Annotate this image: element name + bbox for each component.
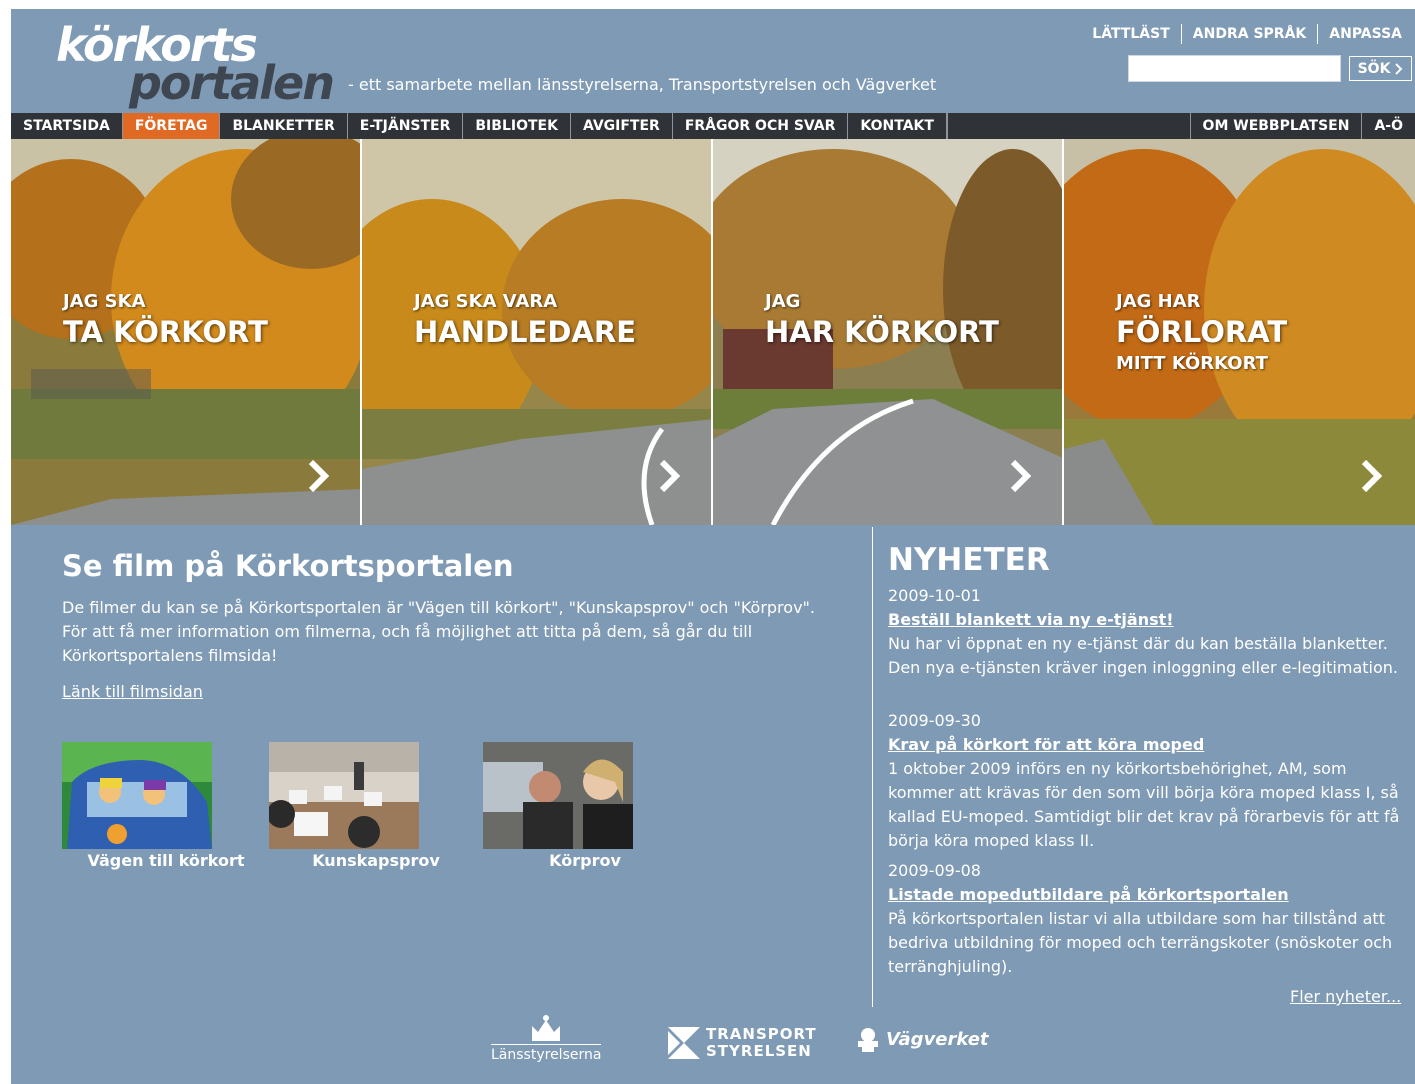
nav-item-kontakt[interactable]: KONTAKT: [848, 113, 947, 139]
nav-item-foretag[interactable]: FÖRETAG: [122, 113, 221, 139]
logo-lansstyrelserna[interactable]: Länsstyrelserna: [491, 1014, 601, 1064]
news-date: 2009-09-30: [888, 711, 981, 730]
column-divider: [872, 527, 873, 1007]
video-label-korprov[interactable]: Körprov: [485, 851, 685, 870]
news-item: 2009-09-08 Listade mopedutbildare på kör…: [888, 859, 1410, 979]
cartoon-car-image: [62, 742, 212, 849]
crown-icon: [532, 1015, 560, 1041]
chevron-right-icon: [1361, 459, 1383, 493]
link-lattlast[interactable]: LÄTTLÄST: [1081, 24, 1180, 44]
film-page-link[interactable]: Länk till filmsidan: [62, 682, 203, 701]
video-thumbnail-vagen-till-korkort[interactable]: [62, 742, 212, 849]
link-andra-sprak[interactable]: ANDRA SPRÅK: [1180, 24, 1317, 44]
hero-panel-ta-korkort[interactable]: JAG SKA TA KÖRKORT: [11, 139, 362, 525]
chevron-right-icon: [659, 459, 681, 493]
search-button[interactable]: SÖK: [1349, 56, 1412, 81]
nav-item-avgifter[interactable]: AVGIFTER: [571, 113, 673, 139]
news-headline-link[interactable]: Krav på körkort för att köra moped: [888, 733, 1410, 757]
logo-transport-text: TRANSPORT: [706, 1025, 817, 1043]
site-logo[interactable]: körkorts portalen: [56, 21, 356, 107]
nav-item-om-webbplatsen[interactable]: OM WEBBPLATSEN: [1189, 113, 1363, 139]
main-nav: STARTSIDA FÖRETAG BLANKETTER E-TJÄNSTER …: [11, 113, 1415, 139]
hero-panel-small-text: JAG HAR: [1116, 291, 1201, 312]
hero-panel-big-text: TA KÖRKORT: [63, 315, 268, 349]
nav-item-e-tjanster[interactable]: E-TJÄNSTER: [348, 113, 464, 139]
hero-panel-small-text: JAG SKA VARA: [414, 291, 558, 312]
news-headline-link[interactable]: Listade mopedutbildare på körkortsportal…: [888, 883, 1410, 907]
hero-panel-big-text: FÖRLORAT: [1116, 315, 1288, 349]
top-links: LÄTTLÄST ANDRA SPRÅK ANPASSA: [1081, 24, 1413, 44]
hero-banner: JAG SKA TA KÖRKORT JAG SKA VARA HANDLEDA…: [11, 139, 1415, 525]
chevron-right-icon: [1010, 459, 1032, 493]
news-body: 1 oktober 2009 införs en ny körkortsbehö…: [888, 759, 1400, 850]
logo-lansstyrelserna-text: Länsstyrelserna: [491, 1044, 601, 1063]
logo-vagverket[interactable]: Vägverket: [854, 1025, 994, 1057]
hero-panel-har-korkort[interactable]: JAG HAR KÖRKORT: [713, 139, 1064, 525]
news-body: På körkortsportalen listar vi alla utbil…: [888, 909, 1393, 976]
video-thumbnail-kunskapsprov[interactable]: [269, 742, 419, 849]
nav-item-bibliotek[interactable]: BIBLIOTEK: [463, 113, 571, 139]
logo-transportstyrelsen[interactable]: TRANSPORT STYRELSEN: [668, 1025, 816, 1065]
hero-panel-big-text: HAR KÖRKORT: [765, 315, 999, 349]
hero-panel-sub-text: MITT KÖRKORT: [1116, 353, 1268, 374]
classroom-image: [269, 742, 419, 849]
nav-item-a-o[interactable]: A-Ö: [1362, 113, 1415, 139]
logo-text-portalen: portalen: [129, 56, 335, 110]
search-input[interactable]: [1128, 55, 1341, 82]
hero-panel-big-text: HANDLEDARE: [414, 315, 637, 349]
news-body: Nu har vi öppnat en ny e-tjänst där du k…: [888, 634, 1398, 677]
news-headline-link[interactable]: Beställ blankett via ny e-tjänst!: [888, 608, 1410, 632]
transportstyrelsen-mark-icon: [668, 1027, 700, 1059]
news-date: 2009-10-01: [888, 586, 981, 605]
link-anpassa[interactable]: ANPASSA: [1317, 24, 1413, 44]
news-title: NYHETER: [888, 542, 1050, 578]
site-tagline: - ett samarbete mellan länsstyrelserna, …: [348, 75, 937, 94]
nav-item-startsida[interactable]: STARTSIDA: [11, 113, 123, 139]
chevron-right-icon: [308, 459, 330, 493]
video-label-kunskapsprov[interactable]: Kunskapsprov: [276, 851, 476, 870]
hero-panel-handledare[interactable]: JAG SKA VARA HANDLEDARE: [362, 139, 713, 525]
news-item: 2009-09-30 Krav på körkort för att köra …: [888, 709, 1410, 853]
logo-styrelsen-text: STYRELSEN: [706, 1042, 812, 1060]
hero-panel-small-text: JAG SKA: [63, 291, 146, 312]
news-item: 2009-10-01 Beställ blankett via ny e-tjä…: [888, 584, 1410, 680]
logo-vagverket-text: Vägverket: [886, 1029, 989, 1050]
more-news-link[interactable]: Fler nyheter...: [1290, 987, 1401, 1006]
news-date: 2009-09-08: [888, 861, 981, 880]
search-button-label: SÖK: [1357, 60, 1391, 77]
car-interior-image: [483, 742, 633, 849]
film-section-title: Se film på Körkortsportalen: [62, 549, 514, 583]
video-thumbnail-korprov[interactable]: [483, 742, 633, 849]
hero-panel-forlorat[interactable]: JAG HAR FÖRLORAT MITT KÖRKORT: [1064, 139, 1415, 525]
video-label-vagen-till-korkort[interactable]: Vägen till körkort: [66, 851, 266, 870]
vagverket-emblem-icon: [858, 1028, 878, 1052]
nav-item-blanketter[interactable]: BLANKETTER: [220, 113, 348, 139]
page: körkorts portalen - ett samarbete mellan…: [11, 9, 1415, 1084]
hero-panel-small-text: JAG: [765, 291, 801, 312]
film-section-text: De filmer du kan se på Körkortsportalen …: [62, 598, 815, 665]
nav-spacer: [946, 113, 1190, 139]
nav-item-fragor-och-svar[interactable]: FRÅGOR OCH SVAR: [673, 113, 849, 139]
chevron-right-icon: [1395, 62, 1403, 75]
